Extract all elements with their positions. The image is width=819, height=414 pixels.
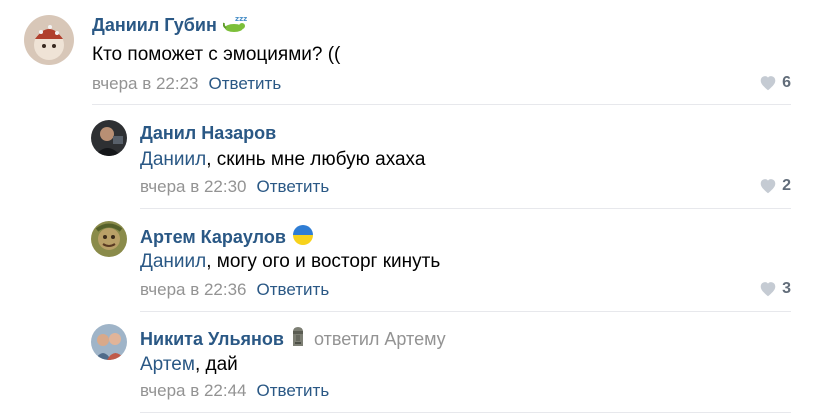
mention-link[interactable]: Даниил (140, 251, 206, 272)
comment: Данил Назаров Даниил, скинь мне любую ах… (0, 106, 819, 210)
divider (140, 208, 791, 209)
heart-icon (760, 179, 776, 194)
comment-text-body: , могу ого и восторг кинуть (206, 251, 441, 272)
author-name[interactable]: Даниил Губин (92, 15, 217, 35)
moai-icon (290, 326, 306, 353)
avatar[interactable] (91, 324, 127, 360)
comment-meta: вчера в 22:36 Ответить (140, 279, 329, 301)
divider (92, 104, 791, 105)
ukraine-flag-icon (292, 224, 314, 251)
avatar[interactable] (91, 120, 127, 156)
comment-meta: вчера в 22:44 Ответить (140, 380, 329, 402)
comment-meta: вчера в 22:23 Ответить (92, 73, 281, 95)
comment: Даниил Губин zzz Кто поможет с эмоциями?… (0, 0, 819, 106)
comment-text: Даниил, скинь мне любую ахаха (140, 148, 425, 172)
comment-header: Данил Назаров (140, 122, 276, 144)
comment: Никита Ульянов ответил Артему Артем, дай… (0, 313, 819, 414)
like-button[interactable]: 6 (759, 74, 791, 92)
comment-text: Даниил, могу ого и восторг кинуть (140, 250, 440, 274)
comment-text-body: , скинь мне любую ахаха (206, 149, 426, 170)
reply-button[interactable]: Ответить (257, 381, 330, 400)
like-count: 2 (782, 177, 791, 194)
comment-meta: вчера в 22:30 Ответить (140, 176, 329, 198)
svg-text:zzz: zzz (235, 15, 247, 23)
replied-to-label[interactable]: ответил Артему (314, 329, 446, 349)
reply-button[interactable]: Ответить (209, 74, 282, 93)
comment-header: Даниил Губин zzz (92, 14, 247, 39)
comment-date[interactable]: вчера в 22:23 (92, 74, 199, 93)
comment-text: Артем, дай (140, 353, 238, 377)
comment-text-body: , дай (194, 354, 238, 375)
reply-button[interactable]: Ответить (257, 280, 330, 299)
comment-date[interactable]: вчера в 22:44 (140, 381, 247, 400)
heart-icon (760, 282, 776, 297)
author-name[interactable]: Данил Назаров (140, 123, 276, 143)
divider (140, 412, 791, 413)
like-count: 3 (782, 280, 791, 297)
author-name[interactable]: Никита Ульянов (140, 329, 284, 349)
comment-text: Кто поможет с эмоциями? (( (92, 43, 340, 67)
like-button[interactable]: 2 (759, 177, 791, 195)
reply-button[interactable]: Ответить (257, 177, 330, 196)
comment-header: Артем Караулов (140, 224, 314, 251)
mention-link[interactable]: Артем (140, 354, 195, 375)
comment-date[interactable]: вчера в 22:36 (140, 280, 247, 299)
comment-date[interactable]: вчера в 22:30 (140, 177, 247, 196)
author-name[interactable]: Артем Караулов (140, 227, 286, 247)
sleeping-lizard-icon: zzz (222, 14, 247, 39)
avatar[interactable] (24, 15, 74, 65)
like-count: 6 (782, 74, 791, 91)
heart-icon (760, 76, 776, 91)
like-button[interactable]: 3 (759, 280, 791, 298)
divider (140, 311, 791, 312)
comment-header: Никита Ульянов ответил Артему (140, 326, 446, 353)
comment-text-body: Кто поможет с эмоциями? (( (92, 44, 341, 65)
mention-link[interactable]: Даниил (140, 149, 206, 170)
avatar[interactable] (91, 221, 127, 257)
comment: Артем Караулов Даниил, могу ого и востор… (0, 210, 819, 314)
